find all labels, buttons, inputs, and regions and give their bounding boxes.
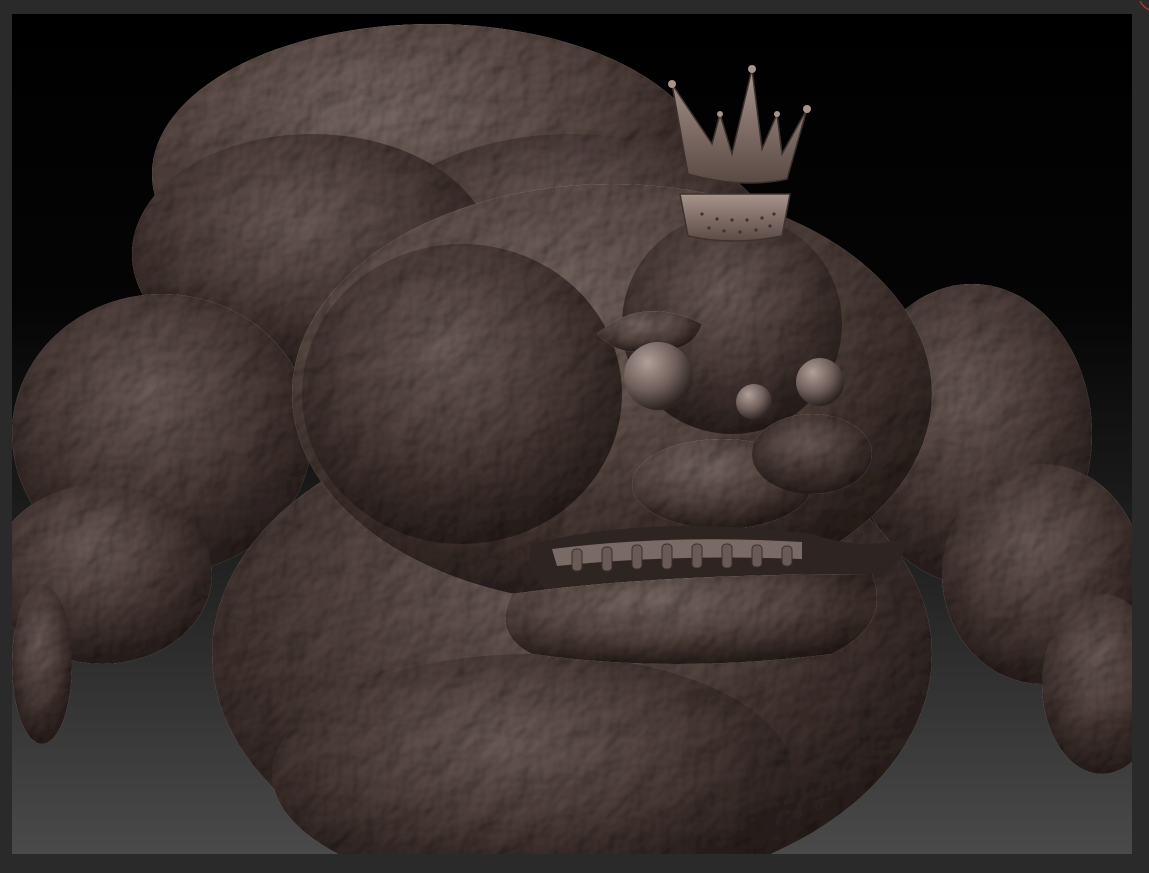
left-eye (624, 342, 692, 410)
corner-marker-icon (1139, 0, 1149, 14)
right-eye (796, 358, 844, 406)
middle-eye (736, 384, 772, 420)
crown-icon (668, 65, 811, 242)
document-viewport[interactable] (12, 14, 1132, 854)
sculpt-canvas[interactable] (12, 14, 1132, 854)
app-frame (0, 0, 1149, 873)
